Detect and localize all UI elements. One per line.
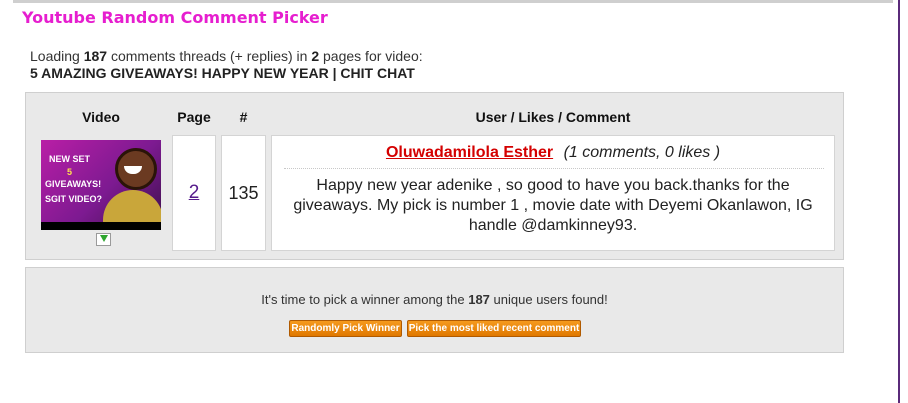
thread-count: 187: [83, 48, 108, 64]
user-name-link[interactable]: Oluwadamilola Esther: [386, 144, 553, 161]
comment-cell: Oluwadamilola Esther (1 comments, 0 like…: [271, 135, 835, 251]
thumbnail-text-2: 5: [67, 167, 73, 177]
loading-suffix: pages for video:: [323, 48, 423, 64]
comment-number: 135: [228, 183, 259, 203]
thumbnail-text-1: NEW SET: [49, 154, 91, 164]
comment-text: Happy new year adenike , so good to have…: [293, 177, 813, 234]
pick-suffix: unique users found!: [493, 292, 608, 307]
comment-divider: [284, 168, 824, 169]
pick-winner-panel: It's time to pick a winner among the 187…: [25, 267, 844, 353]
header-video: Video: [82, 109, 120, 125]
loading-prefix: Loading: [30, 48, 80, 64]
user-stats: (1 comments, 0 likes ): [563, 144, 721, 161]
thumbnail-text-4: SGIT VIDEO?: [45, 194, 103, 204]
header-user-likes-comment: User / Likes / Comment: [475, 109, 631, 125]
unique-user-count: 187: [468, 292, 490, 307]
results-panel: Video Page # User / Likes / Comment NEW …: [25, 92, 844, 260]
video-title: 5 AMAZING GIVEAWAYS! HAPPY NEW YEAR | CH…: [30, 65, 415, 81]
page-count: 2: [311, 48, 320, 64]
app-title: Youtube Random Comment Picker: [22, 8, 328, 27]
most-liked-button[interactable]: Pick the most liked recent comment: [407, 320, 581, 337]
number-cell: 135: [221, 135, 266, 251]
header-page: Page: [177, 109, 211, 125]
pick-prefix: It's time to pick a winner among the: [261, 292, 465, 307]
page-link[interactable]: 2: [173, 182, 215, 204]
right-edge-border: [898, 0, 900, 403]
loading-status: Loading 187 comments threads (+ replies)…: [30, 48, 423, 82]
pick-winner-text: It's time to pick a winner among the 187…: [26, 292, 843, 307]
page-cell: 2: [172, 135, 216, 251]
video-thumbnail[interactable]: NEW SET 5 GIVEAWAYS! SGIT VIDEO?: [41, 140, 161, 230]
thumbnail-letterbox: [41, 222, 161, 230]
download-arrow-icon[interactable]: [96, 233, 111, 246]
random-pick-button[interactable]: Randomly Pick Winner: [289, 320, 402, 337]
comment-header: Oluwadamilola Esther (1 comments, 0 like…: [272, 144, 834, 162]
thumbnail-text-3: GIVEAWAYS!: [45, 179, 102, 189]
top-divider: [13, 0, 893, 3]
arrow-down-icon: [100, 235, 108, 242]
header-number: #: [239, 109, 248, 125]
loading-middle: comments threads (+ replies) in: [110, 48, 308, 64]
